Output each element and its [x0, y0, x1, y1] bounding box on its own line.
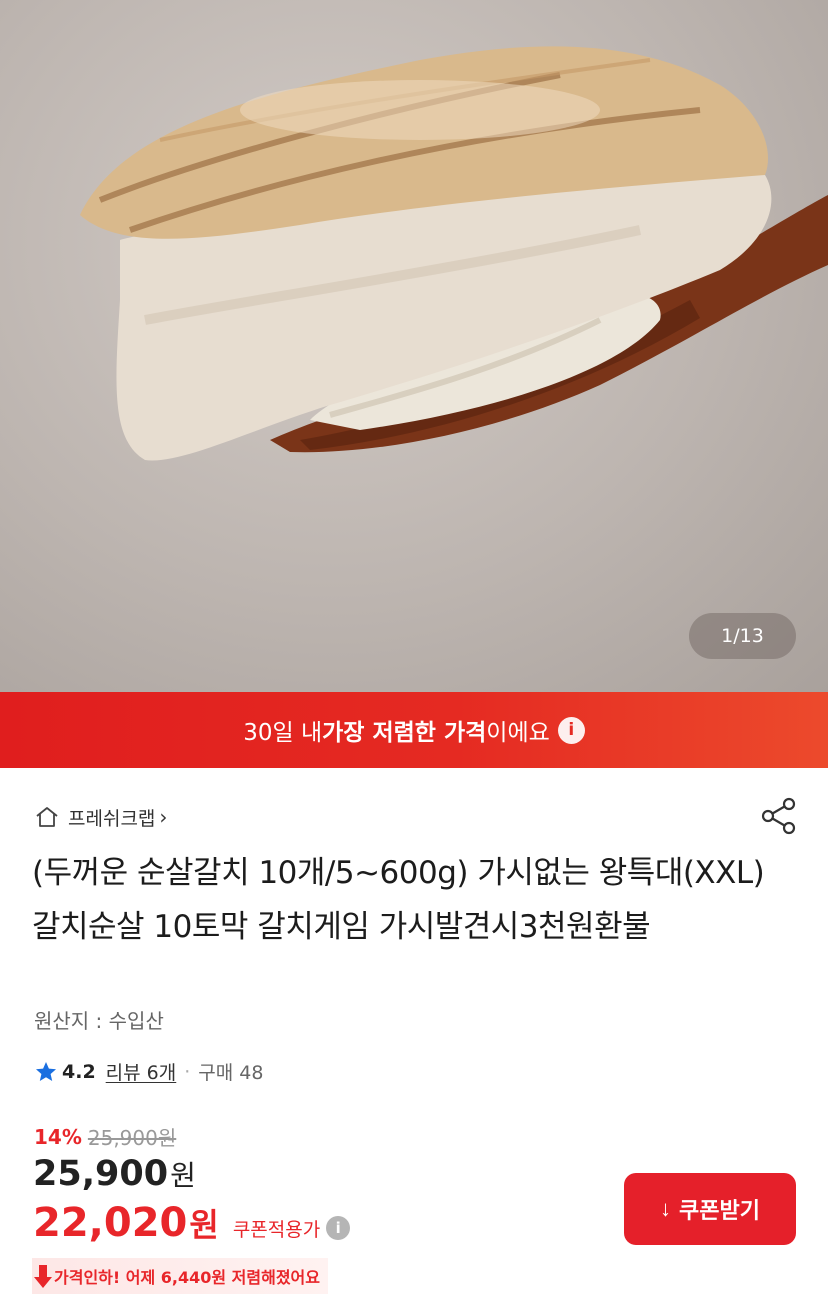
sale-price-value: 25,900	[33, 1154, 169, 1194]
rating-row: 4.2 리뷰 6개 · 구매 48	[34, 1058, 263, 1085]
product-image-gallery[interactable]: 1/13	[0, 0, 828, 692]
star-icon	[36, 1061, 56, 1081]
banner-suffix: 이에요	[486, 720, 550, 746]
share-icon[interactable]	[760, 796, 798, 836]
seller-link[interactable]: 프레쉬크랩 ›	[34, 802, 167, 832]
review-link[interactable]: 리뷰 6개	[106, 1058, 177, 1085]
home-icon	[36, 807, 58, 827]
info-icon[interactable]: i	[326, 1216, 351, 1240]
sale-price: 25,900원	[33, 1154, 196, 1194]
rating-score: 4.2	[62, 1060, 96, 1083]
coupon-price-unit: 원	[189, 1206, 219, 1244]
sale-price-unit: 원	[170, 1159, 196, 1192]
coupon-price: 22,020 원 쿠폰적용가 i	[33, 1200, 351, 1246]
purchase-count: 구매 48	[198, 1062, 264, 1084]
price-drop-text: 가격인하! 어제 6,440원 저렴해졌어요	[54, 1268, 320, 1287]
product-title: (두꺼운 순살갈치 10개/5~600g) 가시없는 왕특대(XXL) 갈치순살…	[32, 855, 765, 945]
lowest-price-banner[interactable]: 30일 내 가장 저렴한 가격 이에요 i	[0, 692, 828, 768]
arrow-down-icon	[34, 1265, 52, 1288]
discount-percent: 14%	[34, 1124, 82, 1149]
coupon-price-label: 쿠폰적용가	[232, 1219, 321, 1241]
separator: ·	[184, 1060, 191, 1083]
image-counter: 1/13	[689, 613, 796, 659]
product-photo	[80, 46, 828, 461]
seller-name: 프레쉬크랩	[68, 807, 156, 830]
coupon-price-value: 22,020	[33, 1200, 188, 1246]
info-icon[interactable]: i	[557, 716, 585, 744]
original-price: 25,900원	[87, 1126, 177, 1150]
chevron-right-icon: ›	[159, 805, 168, 829]
get-coupon-label: 쿠폰받기	[679, 1198, 760, 1223]
price-drop-badge: 가격인하! 어제 6,440원 저렴해졌어요	[32, 1258, 328, 1294]
download-icon: ↓	[660, 1196, 672, 1221]
origin-info: 원산지 : 수입산	[34, 1009, 164, 1033]
banner-highlight: 가장 저렴한 가격	[322, 720, 487, 746]
banner-prefix: 30일 내	[243, 720, 323, 746]
discount-row: 14% 25,900원	[34, 1122, 176, 1151]
get-coupon-button[interactable]: ↓ 쿠폰받기	[624, 1173, 796, 1245]
